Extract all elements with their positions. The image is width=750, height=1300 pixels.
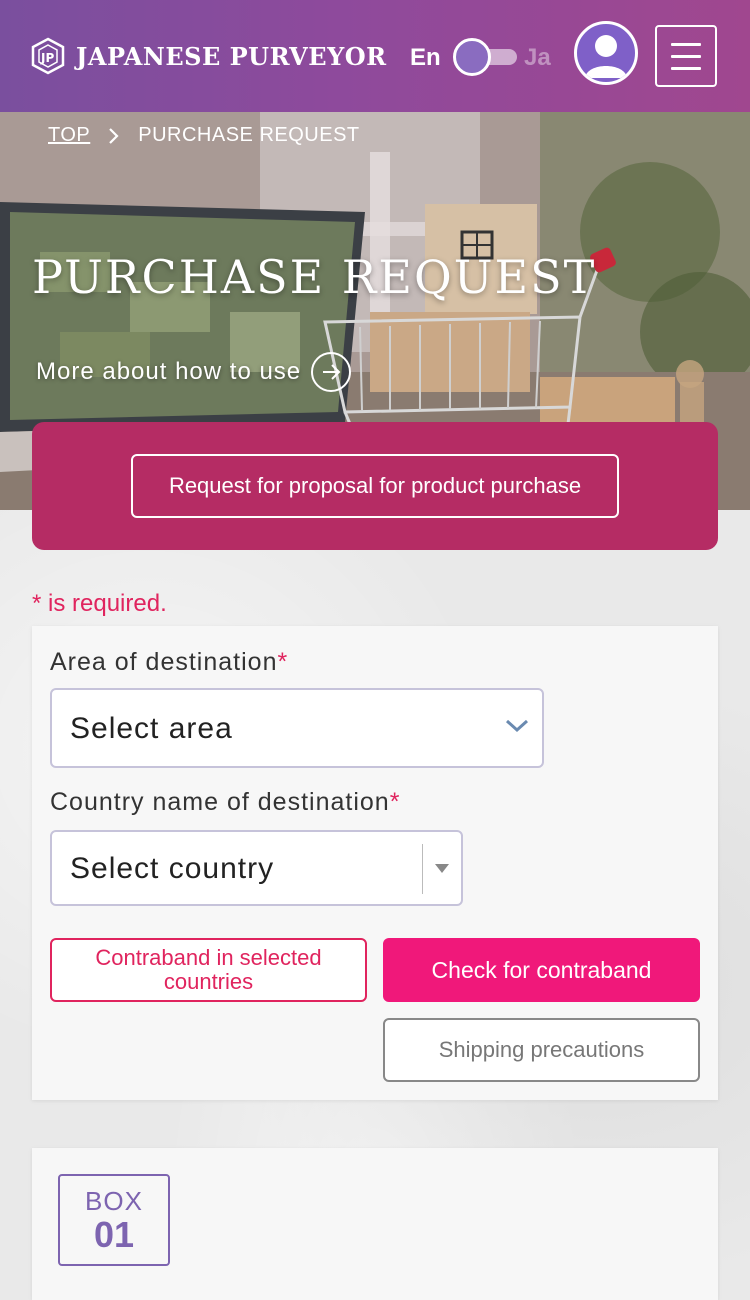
area-label-text: Area of destination bbox=[50, 648, 278, 676]
site-logo[interactable]: JP JAPANESE PURVEYOR bbox=[30, 36, 387, 76]
required-note: * is required. bbox=[32, 590, 167, 617]
user-avatar-button[interactable] bbox=[574, 21, 638, 85]
arrow-right-circle-icon bbox=[311, 352, 352, 392]
chevron-down-icon bbox=[505, 719, 529, 733]
country-label-text: Country name of destination bbox=[50, 788, 390, 816]
box-label: BOX bbox=[85, 1186, 143, 1216]
how-to-use-label: More about how to use bbox=[36, 358, 302, 385]
svg-text:JP: JP bbox=[40, 51, 54, 65]
user-icon bbox=[585, 35, 627, 78]
breadcrumb: TOP PURCHASE REQUEST bbox=[48, 124, 360, 147]
area-select[interactable]: Select area bbox=[50, 688, 544, 768]
area-select-value: Select area bbox=[70, 712, 233, 745]
lang-en-label[interactable]: En bbox=[410, 44, 441, 72]
toggle-knob bbox=[453, 38, 491, 76]
required-mark: * bbox=[277, 648, 289, 676]
request-proposal-button[interactable]: Request for proposal for product purchas… bbox=[131, 454, 619, 518]
menu-line bbox=[671, 67, 701, 70]
purchase-request-panel: Request for proposal for product purchas… bbox=[32, 422, 718, 550]
required-mark: * bbox=[389, 788, 401, 816]
logo-icon: JP bbox=[31, 37, 65, 75]
menu-line bbox=[671, 43, 701, 46]
box-badge: BOX 01 bbox=[58, 1174, 170, 1266]
how-to-use-link[interactable]: More about how to use bbox=[36, 352, 352, 392]
select-separator bbox=[422, 844, 423, 894]
language-toggle[interactable] bbox=[453, 38, 517, 76]
breadcrumb-current: PURCHASE REQUEST bbox=[138, 124, 360, 146]
chevron-right-icon bbox=[109, 127, 119, 144]
area-label: Area of destination* bbox=[50, 648, 288, 677]
box-number: 01 bbox=[93, 1214, 135, 1255]
box-card: BOX 01 bbox=[32, 1148, 718, 1300]
logo-text: JAPANESE PURVEYOR bbox=[76, 41, 387, 71]
destination-form: Area of destination* Select area Country… bbox=[32, 626, 718, 1100]
contraband-list-button[interactable]: Contraband in selected countries bbox=[50, 938, 367, 1002]
country-label: Country name of destination* bbox=[50, 788, 400, 817]
site-header: JP JAPANESE PURVEYOR En Ja bbox=[0, 0, 750, 112]
breadcrumb-top-link[interactable]: TOP bbox=[48, 124, 90, 147]
page-title: PURCHASE REQUEST bbox=[32, 250, 597, 304]
shipping-precautions-button[interactable]: Shipping precautions bbox=[383, 1018, 700, 1082]
lang-ja-label[interactable]: Ja bbox=[524, 44, 551, 72]
menu-line bbox=[671, 55, 701, 58]
check-contraband-button[interactable]: Check for contraband bbox=[383, 938, 700, 1002]
caret-down-icon bbox=[435, 864, 449, 873]
country-select[interactable]: Select country bbox=[50, 830, 463, 906]
country-select-value: Select country bbox=[70, 852, 275, 885]
hamburger-menu-button[interactable] bbox=[655, 25, 717, 87]
